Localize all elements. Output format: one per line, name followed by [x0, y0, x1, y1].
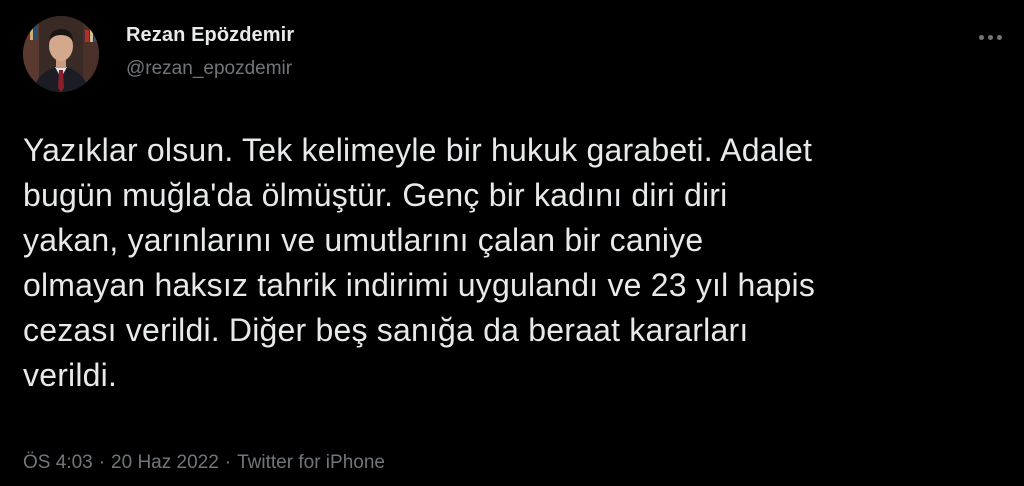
tweet-time[interactable]: ÖS 4:03: [23, 452, 93, 473]
more-horizontal-icon: [987, 34, 993, 40]
meta-separator: ·: [224, 452, 232, 473]
avatar-image: [23, 16, 99, 92]
tweet-metadata: ÖS 4:03 · 20 Haz 2022 · Twitter for iPhone: [23, 450, 385, 476]
tweet-date[interactable]: 20 Haz 2022: [111, 452, 219, 473]
meta-separator: ·: [98, 452, 106, 473]
author-handle[interactable]: @rezan_epozdemir: [126, 56, 294, 82]
avatar[interactable]: [23, 16, 99, 92]
more-horizontal-icon: [996, 34, 1002, 40]
more-options-button[interactable]: [970, 22, 1010, 52]
tweet-source[interactable]: Twitter for iPhone: [237, 452, 385, 473]
author-info: Rezan Epözdemir @rezan_epozdemir: [126, 22, 294, 82]
tweet-text: Yazıklar olsun. Tek kelimeyle bir hukuk …: [23, 132, 816, 393]
tweet-card: Rezan Epözdemir @rezan_epozdemir Yazıkla…: [0, 0, 1024, 486]
more-horizontal-icon: [978, 34, 984, 40]
author-display-name[interactable]: Rezan Epözdemir: [126, 22, 294, 48]
